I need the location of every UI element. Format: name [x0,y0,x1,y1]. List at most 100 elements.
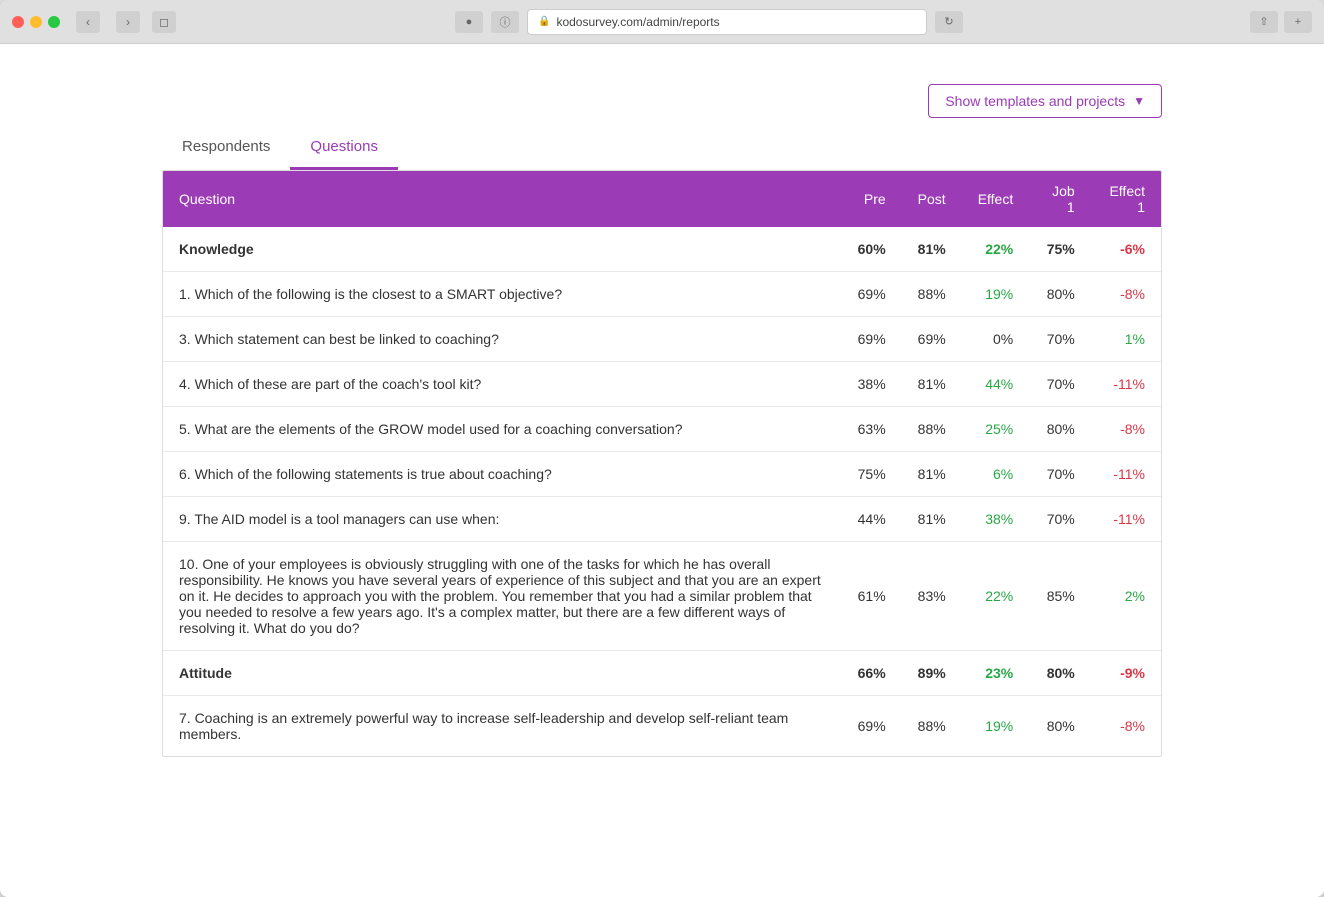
cell-post: 81% [902,362,962,407]
cell-job1: 80% [1029,272,1090,317]
cell-question: 3. Which statement can best be linked to… [163,317,842,362]
cell-post: 69% [902,317,962,362]
cell-effect: 23% [962,651,1030,696]
cell-effect: 22% [962,542,1030,651]
cell-post: 88% [902,696,962,757]
chevron-down-icon: ▼ [1133,94,1145,108]
cell-job1: 70% [1029,497,1090,542]
cell-job1: 70% [1029,317,1090,362]
cell-effect1: -8% [1091,696,1161,757]
cell-effect1: -11% [1091,452,1161,497]
table-row: Knowledge 60% 81% 22% 75% -6% [163,227,1161,272]
cell-pre: 60% [842,227,902,272]
cell-question: 7. Coaching is an extremely powerful way… [163,696,842,757]
tab-bar-button[interactable]: ◻ [152,11,176,33]
table-row: 3. Which statement can best be linked to… [163,317,1161,362]
tab-respondents[interactable]: Respondents [162,128,290,170]
col-question: Question [163,171,842,227]
cell-job1: 70% [1029,362,1090,407]
cell-job1: 80% [1029,696,1090,757]
cell-pre: 63% [842,407,902,452]
info-icon[interactable]: ⓘ [491,11,519,33]
table-row: 7. Coaching is an extremely powerful way… [163,696,1161,757]
table-row: 4. Which of these are part of the coach'… [163,362,1161,407]
cell-effect: 38% [962,497,1030,542]
cell-post: 89% [902,651,962,696]
shield-icon[interactable]: ● [455,11,483,33]
cell-question: 10. One of your employees is obviously s… [163,542,842,651]
table-header-row: Question Pre Post Effect Job 1 Effect 1 [163,171,1161,227]
show-templates-button[interactable]: Show templates and projects ▼ [928,84,1162,118]
cell-question: Knowledge [163,227,842,272]
back-button[interactable]: ‹ [76,11,100,33]
cell-effect: 0% [962,317,1030,362]
table-row: 6. Which of the following statements is … [163,452,1161,497]
tab-questions[interactable]: Questions [290,128,398,170]
browser-titlebar: ‹ › ◻ ● ⓘ 🔒 kodosurvey.com/admin/reports… [0,0,1324,44]
col-effect1: Effect 1 [1091,171,1161,227]
cell-effect1: -11% [1091,362,1161,407]
cell-job1: 80% [1029,407,1090,452]
cell-post: 88% [902,272,962,317]
cell-post: 81% [902,452,962,497]
cell-effect: 19% [962,272,1030,317]
cell-effect1: -9% [1091,651,1161,696]
tabs-container: Respondents Questions [162,128,1162,170]
table-row: 5. What are the elements of the GROW mod… [163,407,1161,452]
cell-effect: 44% [962,362,1030,407]
cell-effect: 6% [962,452,1030,497]
col-pre: Pre [842,171,902,227]
address-bar[interactable]: 🔒 kodosurvey.com/admin/reports [527,9,927,35]
cell-pre: 69% [842,272,902,317]
cell-question: 6. Which of the following statements is … [163,452,842,497]
cell-pre: 44% [842,497,902,542]
questions-table-container: Question Pre Post Effect Job 1 Effect 1 … [162,170,1162,757]
browser-window: ‹ › ◻ ● ⓘ 🔒 kodosurvey.com/admin/reports… [0,0,1324,897]
cell-job1: 70% [1029,452,1090,497]
cell-post: 88% [902,407,962,452]
maximize-button[interactable] [48,16,60,28]
table-row: Attitude 66% 89% 23% 80% -9% [163,651,1161,696]
cell-effect1: 2% [1091,542,1161,651]
cell-effect1: -8% [1091,272,1161,317]
cell-effect1: -8% [1091,407,1161,452]
forward-button[interactable]: › [116,11,140,33]
new-tab-button[interactable]: + [1284,11,1312,33]
lock-icon: 🔒 [538,16,550,27]
cell-question: 4. Which of these are part of the coach'… [163,362,842,407]
cell-post: 83% [902,542,962,651]
cell-pre: 69% [842,317,902,362]
table-row: 10. One of your employees is obviously s… [163,542,1161,651]
cell-post: 81% [902,227,962,272]
cell-pre: 66% [842,651,902,696]
share-button[interactable]: ⇧ [1250,11,1278,33]
table-row: 9. The AID model is a tool managers can … [163,497,1161,542]
cell-effect: 22% [962,227,1030,272]
url-text: kodosurvey.com/admin/reports [556,15,719,29]
top-bar: Show templates and projects ▼ [162,64,1162,128]
cell-pre: 69% [842,696,902,757]
cell-job1: 80% [1029,651,1090,696]
cell-post: 81% [902,497,962,542]
cell-pre: 75% [842,452,902,497]
show-templates-label: Show templates and projects [945,93,1125,109]
cell-effect1: -6% [1091,227,1161,272]
minimize-button[interactable] [30,16,42,28]
cell-effect: 25% [962,407,1030,452]
table-row: 1. Which of the following is the closest… [163,272,1161,317]
cell-effect1: 1% [1091,317,1161,362]
cell-pre: 38% [842,362,902,407]
address-bar-container: ● ⓘ 🔒 kodosurvey.com/admin/reports ↻ [184,9,1234,35]
cell-question: 5. What are the elements of the GROW mod… [163,407,842,452]
cell-question: Attitude [163,651,842,696]
cell-effect: 19% [962,696,1030,757]
col-job1: Job 1 [1029,171,1090,227]
cell-question: 1. Which of the following is the closest… [163,272,842,317]
reload-button[interactable]: ↻ [935,11,963,33]
cell-pre: 61% [842,542,902,651]
traffic-lights [12,16,60,28]
cell-job1: 85% [1029,542,1090,651]
close-button[interactable] [12,16,24,28]
col-effect: Effect [962,171,1030,227]
col-post: Post [902,171,962,227]
